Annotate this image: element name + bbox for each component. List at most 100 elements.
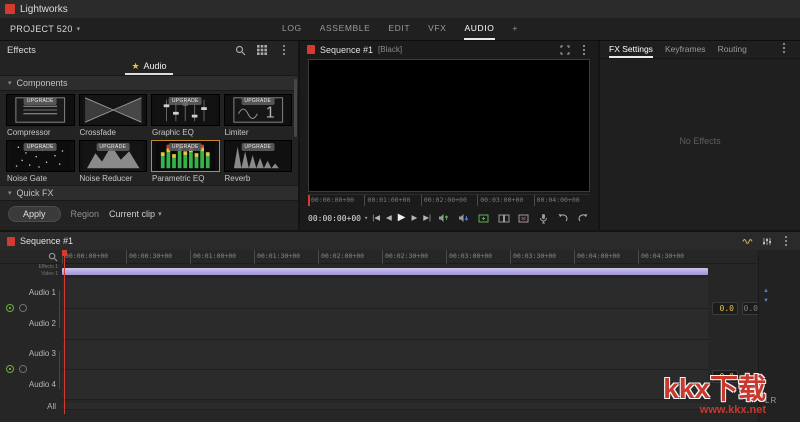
upgrade-badge: UPGRADE	[24, 143, 57, 151]
viewer-timeline-ruler[interactable]: 00:00:00+00 00:01:00+00 00:02:00+00 00:0…	[308, 194, 590, 206]
zoom-icon[interactable]	[48, 252, 58, 262]
effect-tile-label: Noise Reducer	[79, 172, 148, 184]
effects-panel-footer: Apply Region Current clip ▾	[0, 201, 298, 226]
audio-lane-4[interactable]	[62, 370, 708, 400]
apply-button[interactable]: Apply	[8, 206, 61, 222]
viewer-playhead[interactable]	[308, 195, 310, 206]
track-label-audio-2[interactable]: Audio 2	[16, 319, 56, 328]
viewer-menu-kebab-icon[interactable]	[577, 43, 591, 57]
undo-icon[interactable]	[555, 211, 569, 225]
gain-value-box[interactable]: 0.0	[712, 302, 738, 315]
upgrade-badge: UPGRADE	[169, 97, 202, 105]
effect-tile-label: Graphic EQ	[151, 126, 220, 138]
track-enable-toggle[interactable]	[6, 365, 14, 373]
audio-level-down-icon[interactable]	[457, 211, 471, 225]
audio-lane-3[interactable]	[62, 340, 708, 370]
tab-log[interactable]: LOG	[281, 18, 303, 40]
current-timecode[interactable]: 00:00:00+00 ▾	[308, 214, 368, 223]
timeline-ruler[interactable]: 00:00:00+00 00:00:30+00 00:01:00+00 00:0…	[0, 250, 800, 264]
tab-fx-settings[interactable]: FX Settings	[609, 41, 653, 58]
ruler-timecode: 00:02:00+00	[318, 250, 382, 264]
timeline-right-controls: ▲ ▼ LR	[758, 250, 800, 422]
viewer-subtitle: [Black]	[378, 45, 553, 54]
fullscreen-icon[interactable]	[558, 43, 572, 57]
redo-icon[interactable]	[576, 211, 590, 225]
project-selector[interactable]: PROJECT 520 ▾	[10, 18, 81, 40]
tab-audio-category[interactable]: ★ Audio	[125, 59, 172, 75]
timeline-kebab-icon[interactable]	[779, 234, 793, 248]
scroll-down-icon[interactable]: ▼	[763, 298, 769, 304]
all-tracks-lane[interactable]	[62, 403, 708, 410]
ruler-timecode: 00:04:30+00	[638, 250, 702, 264]
jump-to-end-button[interactable]: ▶|	[423, 213, 431, 223]
upgrade-badge: UPGRADE	[169, 143, 202, 151]
chevron-down-icon: ▾	[8, 79, 12, 87]
effects-menu-kebab-icon[interactable]	[277, 43, 291, 57]
timeline-playhead[interactable]	[64, 250, 65, 414]
region-dropdown[interactable]: Current clip ▾	[109, 209, 162, 219]
track-label-audio-3[interactable]: Audio 3	[16, 349, 56, 358]
effect-tile-label: Crossfade	[79, 126, 148, 138]
replace-edit-icon[interactable]	[497, 211, 511, 225]
effect-tile-noise-reducer[interactable]: UPGRADE Noise Reducer	[79, 140, 148, 184]
effects-scrollbar[interactable]	[294, 79, 297, 137]
tab-vfx[interactable]: VFX	[427, 18, 447, 40]
tab-routing[interactable]: Routing	[718, 41, 747, 58]
no-effects-message: No Effects	[600, 136, 800, 146]
video-monitor[interactable]	[308, 59, 590, 192]
tab-keyframes[interactable]: Keyframes	[665, 41, 706, 58]
mic-icon[interactable]	[537, 211, 551, 225]
effect-tile-label: Compressor	[6, 126, 75, 138]
audio-level-up-icon[interactable]	[437, 211, 451, 225]
reverb-thumbnail: UPGRADE	[224, 140, 293, 172]
effect-tile-graphic-eq[interactable]: UPGRADE Graphic EQ	[151, 94, 220, 138]
track-settings-icon[interactable]	[760, 234, 774, 248]
track-label-audio-4[interactable]: Audio 4	[16, 380, 56, 389]
upgrade-badge: UPGRADE	[96, 143, 129, 151]
insert-edit-icon[interactable]	[477, 211, 491, 225]
track-label-audio-1[interactable]: Audio 1	[16, 288, 56, 297]
crossfade-thumbnail	[79, 94, 148, 126]
upgrade-badge: UPGRADE	[241, 97, 274, 105]
play-button[interactable]: ▶	[398, 213, 406, 223]
effect-tile-label: Reverb	[224, 172, 293, 184]
delete-edit-icon[interactable]	[517, 211, 531, 225]
search-icon[interactable]	[233, 43, 247, 57]
video-track-label: Video 1	[14, 271, 58, 277]
gain-value-box[interactable]: 0.0	[712, 370, 738, 383]
effect-tile-limiter[interactable]: 1 UPGRADE Limiter	[224, 94, 293, 138]
tab-edit[interactable]: EDIT	[387, 18, 411, 40]
all-tracks-label: All	[16, 402, 56, 411]
step-forward-button[interactable]: ▶	[411, 213, 417, 223]
effect-tile-parametric-eq[interactable]: UPGRADE Parametric EQ	[151, 140, 220, 184]
step-back-button[interactable]: ◀	[386, 213, 392, 223]
noise-reducer-thumbnail: UPGRADE	[79, 140, 148, 172]
timeline-title: Sequence #1	[20, 236, 736, 246]
audio-group-2: Audio 3 Audio 4 0.0	[0, 340, 800, 400]
audio-lane-2[interactable]	[62, 309, 708, 340]
audio-lane-1[interactable]	[62, 278, 708, 309]
tab-add[interactable]: +	[511, 18, 519, 40]
scroll-up-icon[interactable]: ▲	[763, 288, 769, 294]
grid-view-icon[interactable]	[255, 43, 269, 57]
jump-to-start-button[interactable]: |◀	[372, 213, 380, 223]
quick-fx-section-header[interactable]: ▾ Quick FX	[0, 185, 298, 201]
sequence-viewer-panel: Sequence #1 [Black] 00:00:00+00 00:01:00…	[300, 41, 598, 230]
tab-assemble[interactable]: ASSEMBLE	[319, 18, 372, 40]
components-section-header[interactable]: ▾ Components	[0, 75, 298, 91]
ruler-timecode: 00:01:00+00	[364, 195, 420, 206]
fx-settings-kebab-icon[interactable]	[777, 41, 791, 55]
ruler-timecode: 00:00:00+00	[62, 250, 126, 264]
effect-tile-noise-gate[interactable]: UPGRADE Noise Gate	[6, 140, 75, 184]
audio-group-1: Audio 1 Audio 2 0.0 0.0	[0, 278, 800, 340]
effect-tile-crossfade[interactable]: Crossfade	[79, 94, 148, 138]
category-tab-row: ★ Audio	[0, 59, 298, 75]
effect-tile-reverb[interactable]: UPGRADE Reverb	[224, 140, 293, 184]
effect-tile-compressor[interactable]: UPGRADE Compressor	[6, 94, 75, 138]
video-track-clip[interactable]	[62, 268, 708, 275]
track-monitor-toggle[interactable]	[19, 304, 27, 312]
track-enable-toggle[interactable]	[6, 304, 14, 312]
tab-audio[interactable]: AUDIO	[464, 18, 496, 40]
track-monitor-toggle[interactable]	[19, 365, 27, 373]
audio-waveform-icon[interactable]	[741, 234, 755, 248]
